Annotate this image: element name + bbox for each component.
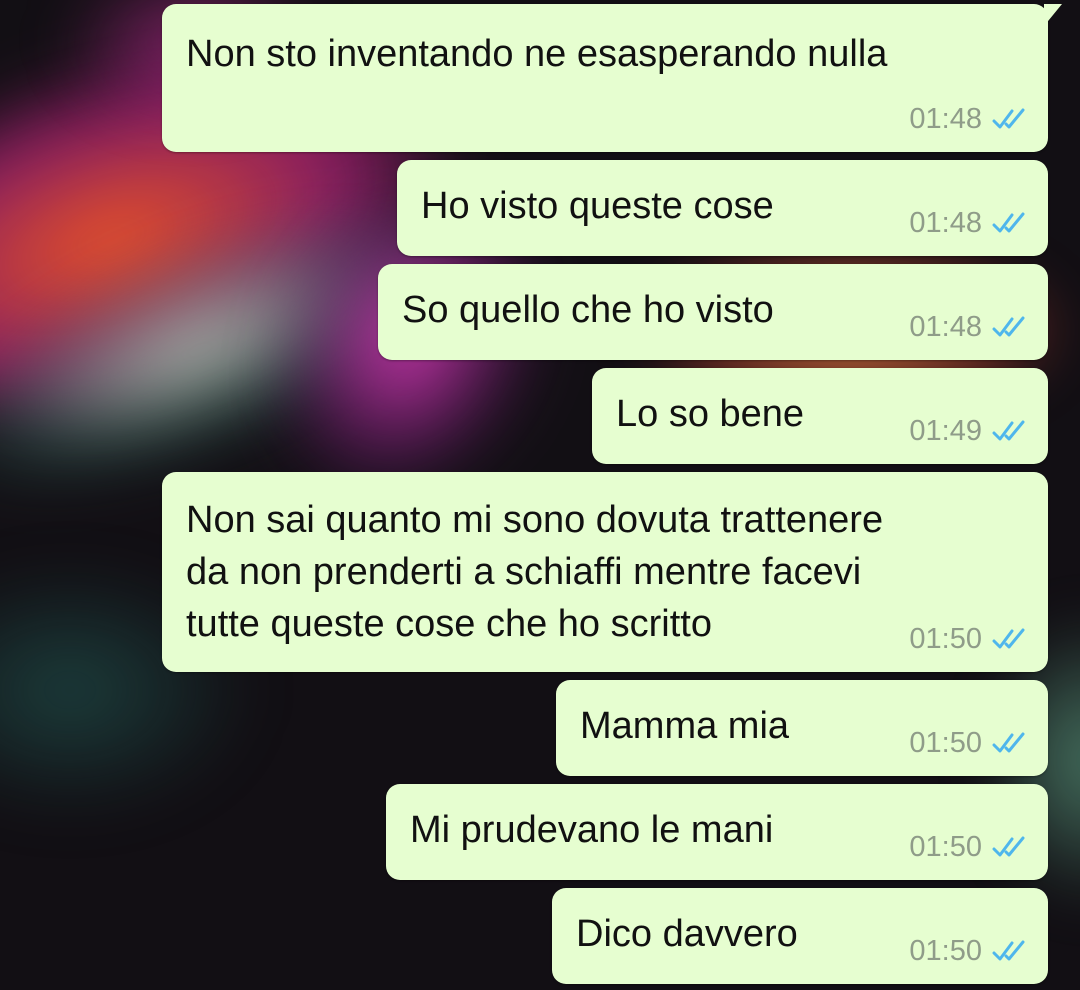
message-text: So quello che ho visto [402, 289, 774, 331]
message-text: Non sai quanto mi sono dovuta trattenere… [186, 499, 884, 645]
message-time: 01:49 [909, 415, 982, 447]
double-check-read-icon [992, 212, 1025, 233]
message-bubble[interactable]: Dico davvero 01:50 [552, 888, 1048, 984]
double-check-read-icon [992, 732, 1025, 753]
message-text: Lo so bene [616, 393, 805, 435]
message-bubble[interactable]: Lo so bene 01:49 [592, 368, 1048, 464]
message-text: Mi prudevano le mani [410, 809, 774, 851]
message-text: Non sto inventando ne esasperando nulla [186, 33, 888, 75]
message-bubble[interactable]: Ho visto queste cose 01:48 [397, 160, 1048, 256]
double-check-read-icon [992, 940, 1025, 961]
double-check-read-icon [992, 108, 1025, 129]
message-bubble[interactable]: Non sai quanto mi sono dovuta trattenere… [162, 472, 1048, 672]
message-bubble[interactable]: Non sto inventando ne esasperando nulla … [162, 4, 1062, 152]
message-time: 01:48 [909, 311, 982, 343]
double-check-read-icon [992, 420, 1025, 441]
message-bubble[interactable]: Mamma mia 01:50 [556, 680, 1048, 776]
message-time: 01:50 [909, 935, 982, 967]
message-time: 01:50 [909, 727, 982, 759]
message-text: Mamma mia [580, 705, 790, 747]
message-time: 01:50 [909, 831, 982, 863]
message-time: 01:48 [909, 103, 982, 135]
message-time: 01:48 [909, 207, 982, 239]
double-check-read-icon [992, 628, 1025, 649]
message-time: 01:50 [909, 623, 982, 655]
double-check-read-icon [992, 316, 1025, 337]
message-text: Dico davvero [576, 913, 798, 955]
message-text: Ho visto queste cose [421, 185, 774, 227]
message-bubble[interactable]: So quello che ho visto 01:48 [378, 264, 1048, 360]
message-bubble[interactable]: Mi prudevano le mani 01:50 [386, 784, 1048, 880]
double-check-read-icon [992, 836, 1025, 857]
